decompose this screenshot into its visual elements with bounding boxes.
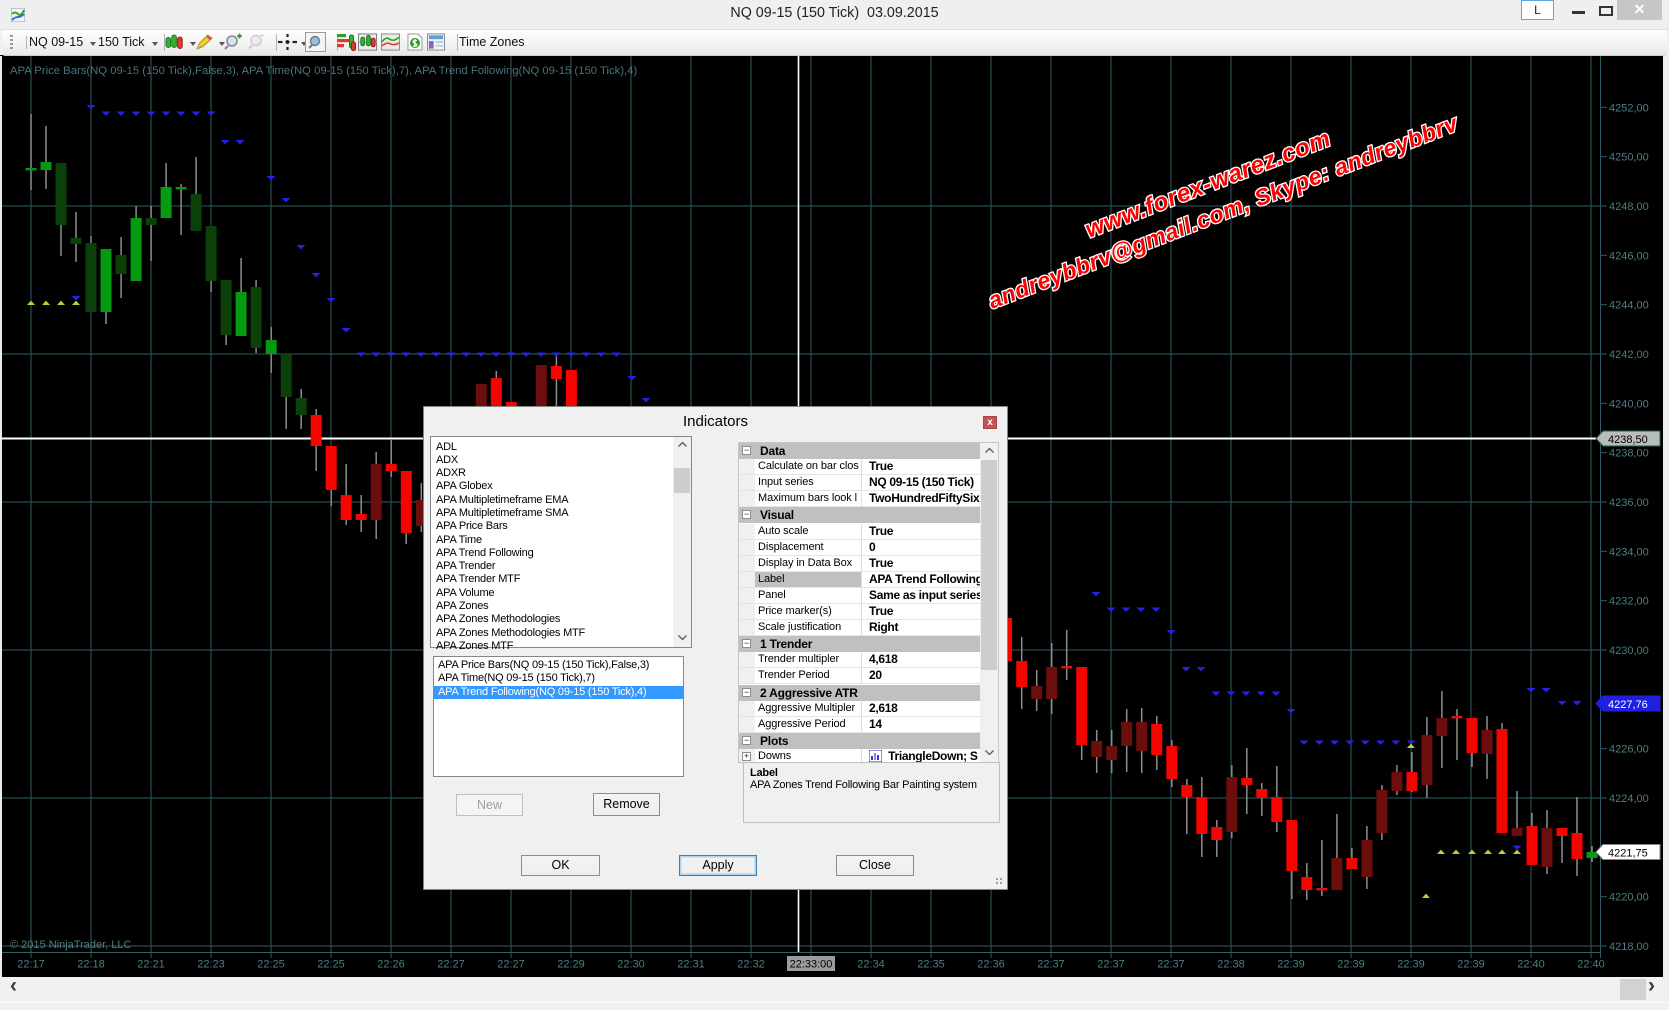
svg-text:4252,00: 4252,00: [1609, 102, 1649, 114]
svg-text:4227,76: 4227,76: [1608, 699, 1648, 711]
svg-text:4248,00: 4248,00: [1609, 201, 1649, 213]
svg-text:22:25: 22:25: [257, 959, 285, 971]
svg-text:22:39: 22:39: [1457, 959, 1485, 971]
svg-text:4238,00: 4238,00: [1609, 448, 1649, 460]
svg-text:4242,00: 4242,00: [1609, 349, 1649, 361]
svg-text:22:39: 22:39: [1397, 959, 1425, 971]
svg-text:APA Price Bars(NQ 09-15 (150 T: APA Price Bars(NQ 09-15 (150 Tick),False…: [10, 65, 637, 77]
svg-text:22:37: 22:37: [1037, 959, 1065, 971]
svg-text:22:39: 22:39: [1337, 959, 1365, 971]
svg-text:22:35: 22:35: [917, 959, 945, 971]
svg-text:4234,00: 4234,00: [1609, 546, 1649, 558]
svg-text:22:33:00: 22:33:00: [790, 959, 833, 971]
svg-text:4250,00: 4250,00: [1609, 152, 1649, 164]
svg-text:22:37: 22:37: [1097, 959, 1125, 971]
svg-text:4226,00: 4226,00: [1609, 744, 1649, 756]
svg-text:22:27: 22:27: [437, 959, 465, 971]
svg-text:4236,00: 4236,00: [1609, 497, 1649, 509]
svg-text:22:30: 22:30: [617, 959, 645, 971]
svg-text:22:18: 22:18: [77, 959, 105, 971]
svg-text:22:38: 22:38: [1217, 959, 1245, 971]
svg-text:22:40: 22:40: [1577, 959, 1605, 971]
svg-text:4221,75: 4221,75: [1608, 848, 1648, 860]
svg-text:22:25: 22:25: [317, 959, 345, 971]
svg-text:4220,00: 4220,00: [1609, 892, 1649, 904]
svg-text:22:32: 22:32: [737, 959, 765, 971]
svg-text:4218,00: 4218,00: [1609, 941, 1649, 953]
svg-text:4232,00: 4232,00: [1609, 596, 1649, 608]
svg-text:4240,00: 4240,00: [1609, 398, 1649, 410]
svg-text:22:37: 22:37: [1157, 959, 1185, 971]
svg-text:22:27: 22:27: [497, 959, 525, 971]
svg-text:22:34: 22:34: [857, 959, 885, 971]
svg-text:22:17: 22:17: [17, 959, 45, 971]
svg-text:4244,00: 4244,00: [1609, 300, 1649, 312]
svg-text:4238,50: 4238,50: [1608, 434, 1648, 446]
svg-text:22:21: 22:21: [137, 959, 165, 971]
svg-text:22:26: 22:26: [377, 959, 405, 971]
svg-text:22:40: 22:40: [1517, 959, 1545, 971]
svg-text:4224,00: 4224,00: [1609, 793, 1649, 805]
svg-text:22:39: 22:39: [1277, 959, 1305, 971]
svg-text:22:36: 22:36: [977, 959, 1005, 971]
svg-text:4230,00: 4230,00: [1609, 645, 1649, 657]
svg-text:22:23: 22:23: [197, 959, 225, 971]
svg-text:22:31: 22:31: [677, 959, 705, 971]
svg-text:4246,00: 4246,00: [1609, 250, 1649, 262]
svg-text:22:29: 22:29: [557, 959, 585, 971]
svg-text:© 2015 NinjaTrader, LLC: © 2015 NinjaTrader, LLC: [10, 939, 131, 951]
